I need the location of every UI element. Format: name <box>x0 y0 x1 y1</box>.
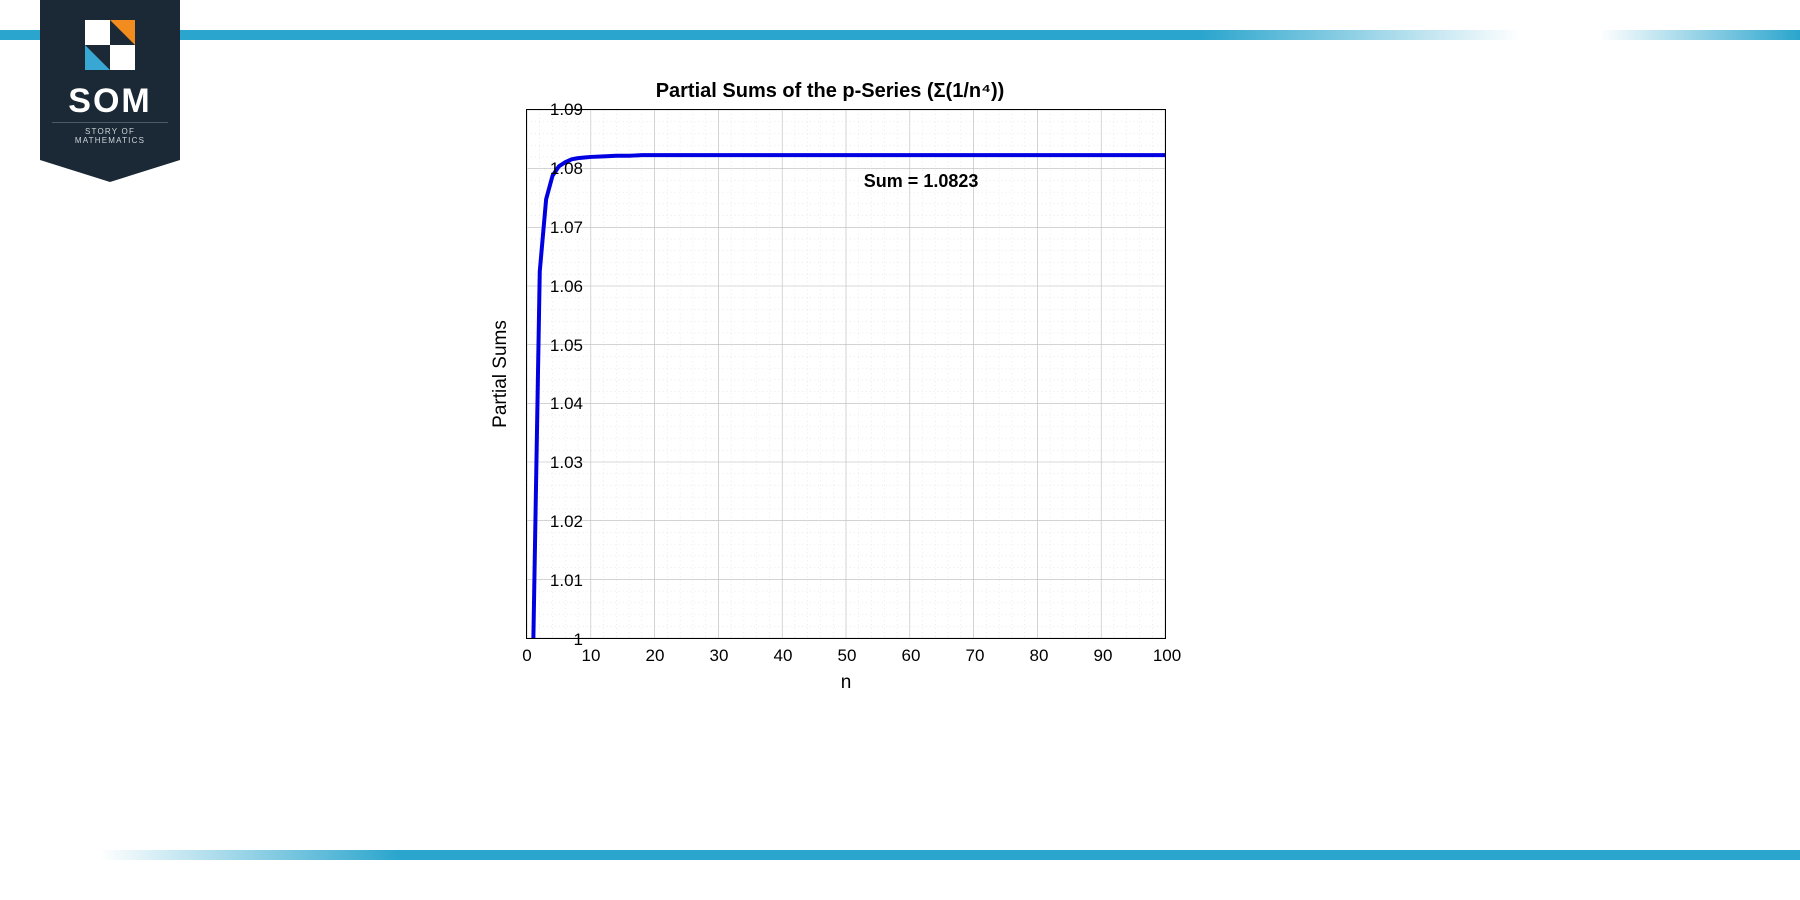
x-tick: 50 <box>838 646 857 666</box>
plot-area: Sum = 1.0823 11.011.021.031.041.051.061.… <box>526 109 1166 639</box>
y-tick: 1.06 <box>550 277 583 297</box>
y-tick: 1.08 <box>550 159 583 179</box>
x-tick: 90 <box>1094 646 1113 666</box>
bar-fade-right <box>1200 30 1520 40</box>
brand-badge: SOM STORY OF MATHEMATICS <box>40 0 180 160</box>
x-tick: 0 <box>522 646 531 666</box>
x-tick: 100 <box>1153 646 1181 666</box>
chart: Partial Sums of the p-Series (Σ(1/n⁴)) S… <box>440 80 1220 720</box>
x-tick: 20 <box>646 646 665 666</box>
y-tick: 1.03 <box>550 453 583 473</box>
x-tick: 70 <box>966 646 985 666</box>
x-tick: 10 <box>582 646 601 666</box>
brand-logo-icon <box>85 20 135 70</box>
y-tick: 1.04 <box>550 394 583 414</box>
x-tick: 30 <box>710 646 729 666</box>
bar-bottom-solid <box>400 850 1800 860</box>
chart-annotation: Sum = 1.0823 <box>864 171 979 192</box>
y-tick: 1.09 <box>550 100 583 120</box>
bar-fade-left <box>1600 30 1800 40</box>
x-tick-labels: 0102030405060708090100 <box>527 642 1165 666</box>
plot-svg <box>527 110 1165 638</box>
bar-solid <box>0 30 1200 40</box>
y-axis-label: Partial Sums <box>490 320 512 428</box>
bottom-accent-bar <box>0 850 1800 860</box>
brand-tagline: STORY OF MATHEMATICS <box>52 122 168 145</box>
y-tick: 1.02 <box>550 512 583 532</box>
y-tick: 1.05 <box>550 336 583 356</box>
y-tick: 1.07 <box>550 218 583 238</box>
y-tick-labels: 11.011.021.031.041.051.061.071.081.09 <box>519 110 589 638</box>
brand-name: SOM <box>40 82 180 121</box>
x-tick: 40 <box>774 646 793 666</box>
bar-gap <box>1520 30 1600 40</box>
bar-bottom-fade <box>100 850 400 860</box>
top-accent-bar <box>0 30 1800 40</box>
x-tick: 80 <box>1030 646 1049 666</box>
x-axis-label: n <box>841 672 852 694</box>
x-tick: 60 <box>902 646 921 666</box>
y-tick: 1.01 <box>550 571 583 591</box>
